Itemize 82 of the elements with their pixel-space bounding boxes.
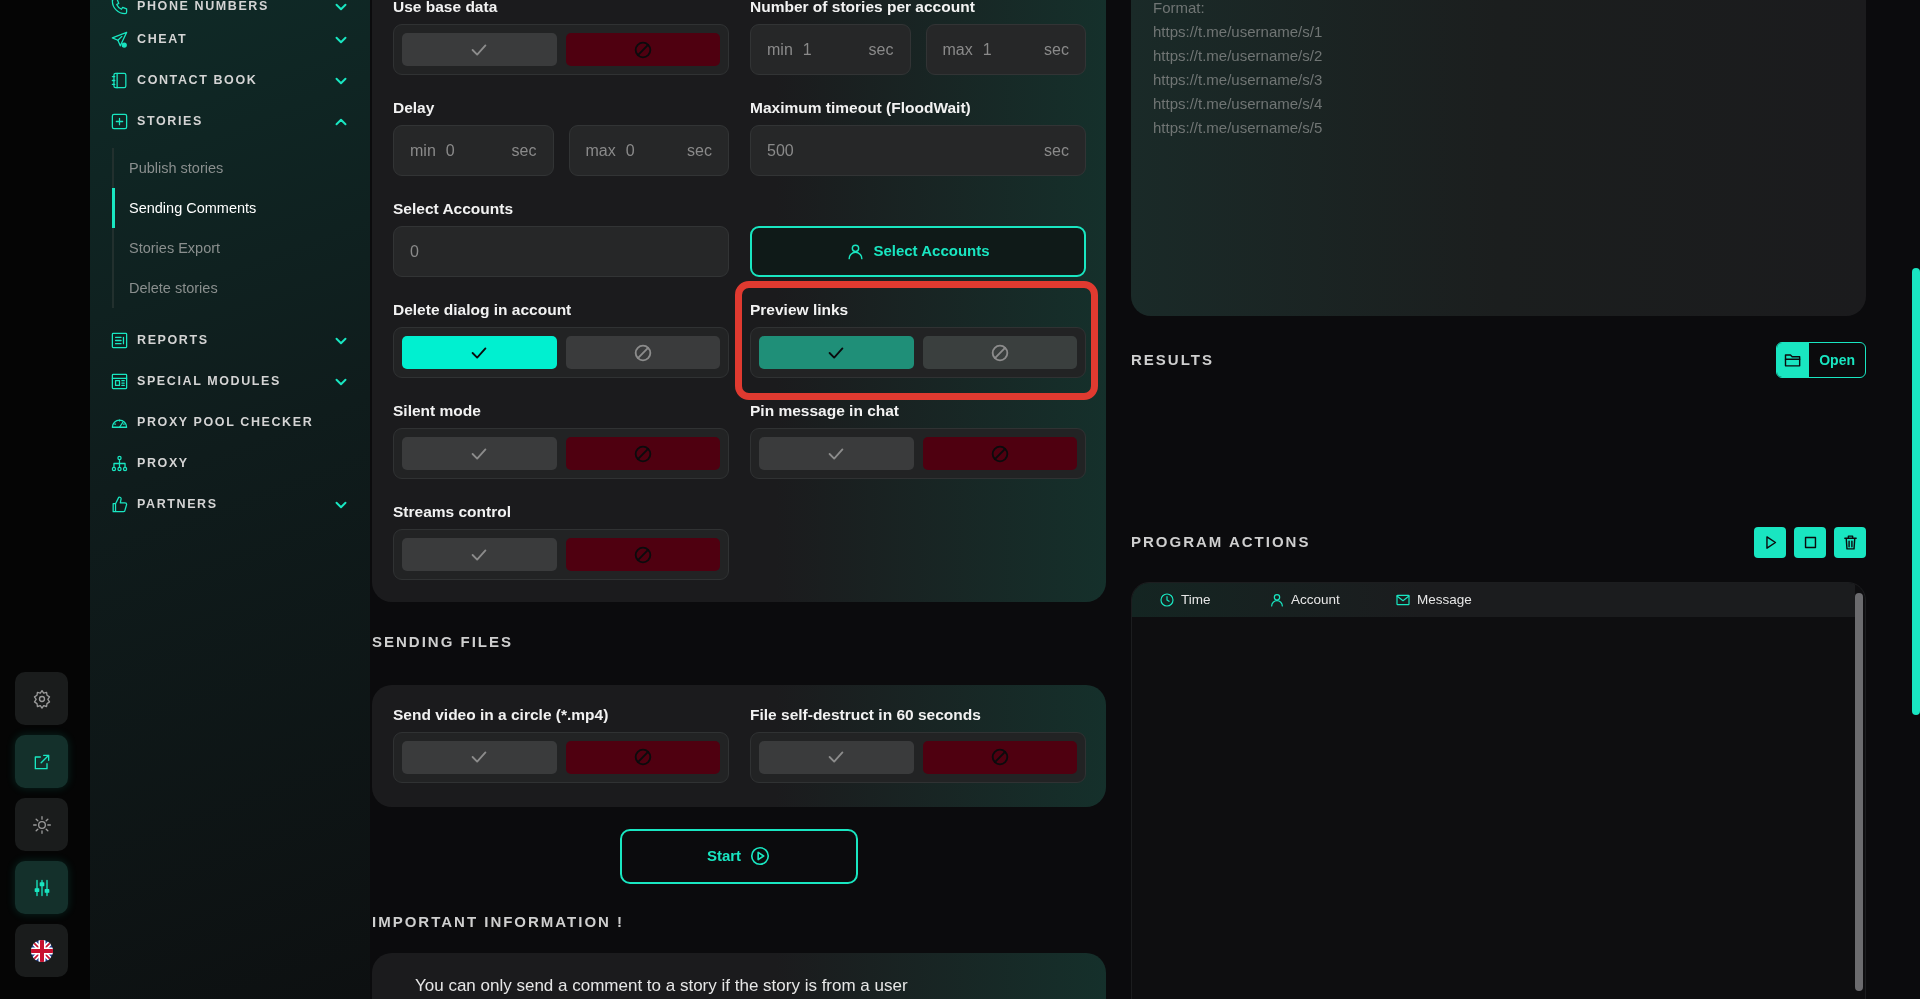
rail-button[interactable] [15, 924, 68, 977]
sun-icon [31, 814, 52, 835]
sidebar-subitem[interactable]: Sending Comments [112, 188, 350, 228]
yes-button[interactable] [402, 336, 557, 369]
no-button[interactable] [565, 33, 720, 66]
rail-button[interactable] [15, 861, 68, 914]
settings-icon [31, 688, 52, 709]
input-field[interactable]: 500 sec [750, 125, 1086, 176]
sidebar-item[interactable]: CHEAT [110, 19, 350, 60]
select-accounts-button[interactable]: Select Accounts [750, 226, 1086, 277]
thumbs-up-icon [110, 495, 129, 514]
sidebar-item[interactable]: PARTNERS [110, 484, 350, 525]
user-icon [1269, 592, 1285, 608]
field-label: Preview links [750, 300, 850, 318]
links-field[interactable]: Format: https://t.me/username/s/1 https://t.me/username/s/2 https://t.me/username/s/3 https://t.me/username/s/4 https://t.me/username/s/5 [1131, 0, 1866, 316]
yes-button[interactable] [402, 740, 557, 774]
field-label: Use base data [393, 0, 499, 15]
sidebar-subitem[interactable]: Publish stories [112, 148, 350, 188]
user-icon [846, 242, 866, 261]
flag-icon [29, 938, 54, 963]
document-icon [110, 331, 129, 350]
yes-button[interactable] [402, 33, 557, 66]
column-header[interactable]: Account [1269, 589, 1395, 611]
input-field[interactable]: max 0 sec [568, 125, 729, 176]
mail-icon [1395, 592, 1411, 608]
section-heading: SENDING FILES [372, 632, 514, 652]
sidebar-subitem[interactable]: Stories Export [112, 228, 350, 268]
field-label: Number of stories per account [750, 0, 976, 15]
play-button[interactable] [1754, 527, 1786, 558]
no-button[interactable] [565, 437, 720, 470]
section-heading: PROGRAM ACTIONS [1131, 532, 1311, 553]
no-button[interactable] [922, 336, 1077, 369]
sidebar-item[interactable]: PHONE NUMBERS [110, 0, 350, 19]
sidebar-item[interactable]: SPECIAL MODULES [110, 361, 350, 402]
yes-button[interactable] [402, 437, 557, 470]
field-label: File self-destruct in 60 seconds [750, 704, 982, 723]
column-header[interactable]: Time [1159, 589, 1269, 611]
open-button[interactable]: Open [1776, 342, 1866, 378]
input-field[interactable]: min 1 sec [750, 24, 911, 75]
notebook-icon [110, 71, 129, 90]
section-heading: IMPORTANT INFORMATION ! [372, 911, 626, 932]
input-field[interactable]: min 0 sec [393, 125, 554, 176]
column-header[interactable]: Message [1395, 589, 1535, 611]
stop-button[interactable] [1794, 527, 1826, 558]
info-text: You can only send a comment to a story if the story is from a user [415, 975, 909, 997]
field-label: Silent mode [393, 401, 482, 419]
delete-button[interactable] [1834, 527, 1866, 558]
field-label: Pin message in chat [750, 401, 901, 419]
rail-button[interactable] [15, 735, 68, 788]
input-field[interactable]: max 1 sec [925, 24, 1086, 75]
grid-document-icon [110, 372, 129, 391]
field-label: Streams control [393, 502, 512, 520]
no-button[interactable] [922, 740, 1077, 774]
network-icon [110, 454, 129, 473]
plus-square-icon [110, 112, 129, 131]
phone-icon [110, 0, 129, 16]
sidebar-item[interactable]: STORIES [110, 101, 350, 142]
start-button[interactable]: Start [620, 828, 858, 884]
yes-button[interactable] [759, 437, 914, 470]
yes-button[interactable] [759, 740, 914, 774]
input-field[interactable]: 0 [393, 226, 729, 277]
paper-plane-icon [110, 30, 129, 49]
field-label: Delete dialog in account [393, 300, 573, 318]
sidebar-item[interactable]: REPORTS [110, 320, 350, 361]
sidebar-item[interactable]: PROXY POOL CHECKER [110, 402, 350, 443]
sidebar-item[interactable]: PROXY [110, 443, 350, 484]
yes-button[interactable] [402, 538, 557, 571]
field-label: Send video in a circle (*.mp4) [393, 704, 610, 723]
field-label: Select Accounts [393, 199, 515, 217]
clock-icon [1159, 592, 1175, 608]
no-button[interactable] [922, 437, 1077, 470]
field-label: Delay [393, 98, 436, 116]
no-button[interactable] [565, 538, 720, 571]
section-heading: RESULTS [1131, 349, 1214, 370]
play-circle-icon [749, 845, 772, 867]
delete-icon [1841, 534, 1859, 551]
no-button[interactable] [565, 740, 720, 774]
yes-button[interactable] [759, 336, 914, 369]
sidebar-item[interactable]: CONTACT BOOK [110, 60, 350, 101]
sidebar-subitem[interactable]: Delete stories [112, 268, 350, 308]
no-button[interactable] [565, 336, 720, 369]
field-label: Maximum timeout (FloodWait) [750, 98, 972, 116]
